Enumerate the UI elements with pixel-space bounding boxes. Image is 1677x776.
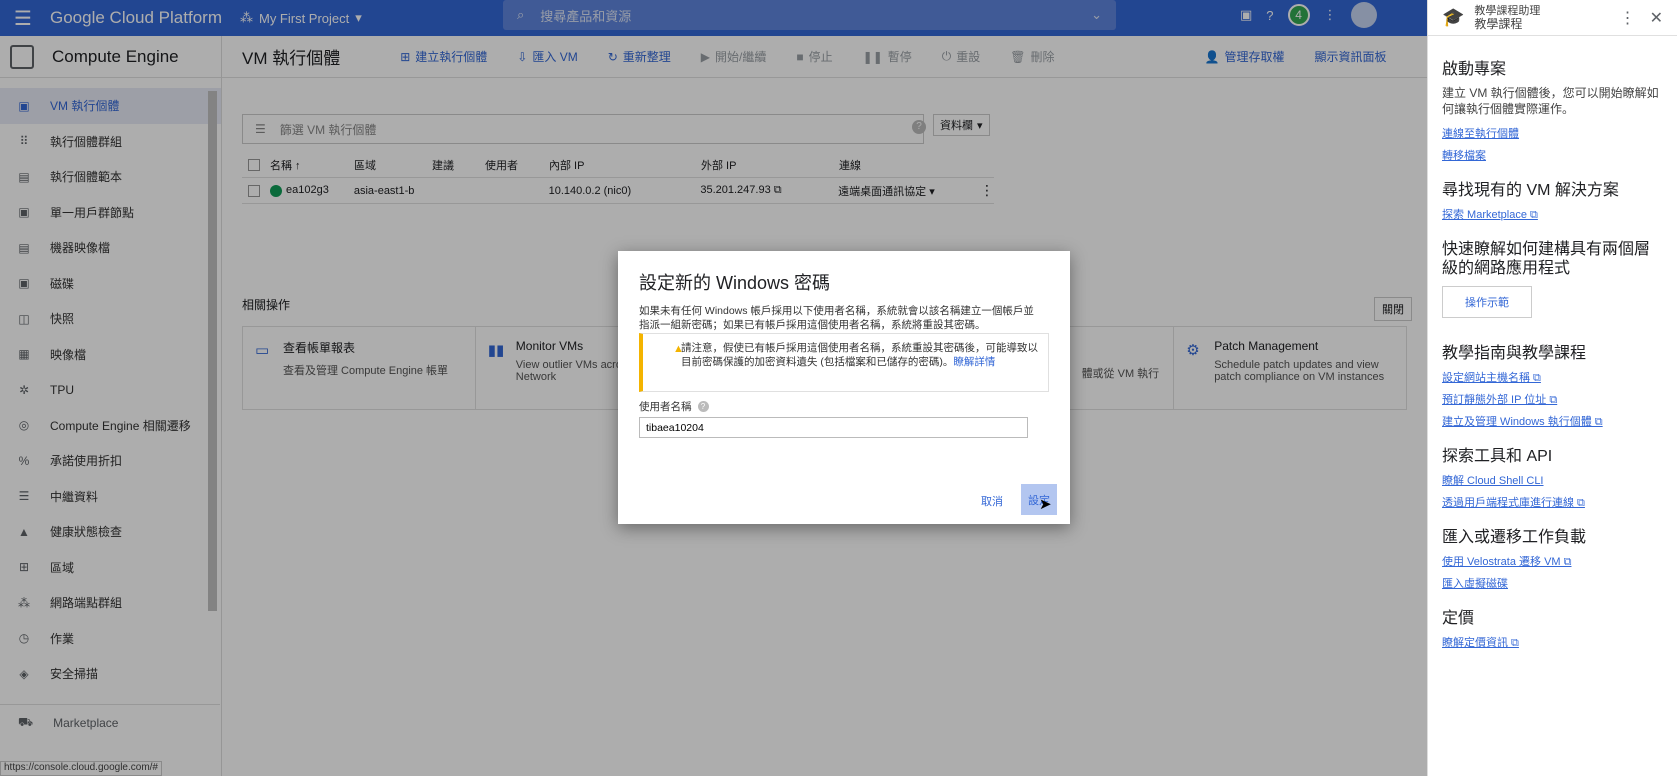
tutorial-link[interactable]: 探索 Marketplace ⧉ <box>1442 206 1663 222</box>
more-vert-icon[interactable]: ⋮ <box>1620 8 1636 28</box>
panel-subtitle: 教學課程助理 <box>1474 4 1541 17</box>
tutorial-panel: 🎓 教學課程助理 教學課程 ⋮ ✕ 啟動專案 建立 VM 執行個體後，您可以開始… <box>1427 0 1677 776</box>
tutorial-link[interactable]: 連線至執行個體 <box>1442 125 1663 141</box>
tutorial-link[interactable]: 建立及管理 Windows 執行個體 ⧉ <box>1442 413 1663 429</box>
dialog-description: 如果未有任何 Windows 帳戶採用以下使用者名稱，系統就會以該名稱建立一個帳… <box>639 305 1034 331</box>
help-icon[interactable]: ? <box>697 401 709 412</box>
username-label-text: 使用者名稱 <box>639 401 692 413</box>
walkthrough-button[interactable]: 操作示範 <box>1442 286 1532 318</box>
section-desc: 建立 VM 執行個體後，您可以開始瞭解如何讓執行個體實際運作。 <box>1442 86 1659 116</box>
tutorial-link[interactable]: 轉移檔案 <box>1442 147 1663 163</box>
warning-icon: ▲ <box>673 343 684 355</box>
mouse-cursor-icon: ➤ <box>1039 496 1052 513</box>
section-title: 快速瞭解如何建構具有兩個層級的網路應用程式 <box>1442 241 1651 277</box>
panel-title: 教學課程 <box>1474 16 1523 31</box>
tutorial-link[interactable]: 透過用戶端程式庫進行連線 ⧉ <box>1442 494 1663 510</box>
tutorial-link[interactable]: 使用 Velostrata 遷移 VM ⧉ <box>1442 553 1663 569</box>
learn-more-link[interactable]: 瞭解詳情 <box>953 356 995 368</box>
username-input[interactable] <box>639 417 1028 438</box>
tutorial-link[interactable]: 瞭解定價資訊 ⧉ <box>1442 634 1663 650</box>
section-title: 定價 <box>1442 610 1475 627</box>
section-title: 啟動專案 <box>1442 61 1507 78</box>
dialog-title: 設定新的 Windows 密碼 <box>639 273 831 293</box>
tutorial-header: 🎓 教學課程助理 教學課程 ⋮ ✕ <box>1428 0 1677 36</box>
username-label: 使用者名稱 ? <box>639 399 709 414</box>
section-title: 探索工具和 API <box>1442 448 1553 465</box>
set-password-dialog: 設定新的 Windows 密碼 如果未有任何 Windows 帳戶採用以下使用者… <box>618 251 1070 524</box>
section-title: 匯入或遷移工作負載 <box>1442 529 1587 546</box>
cancel-button[interactable]: 取消 <box>981 493 1003 509</box>
tutorial-link[interactable]: 設定網站主機名稱 ⧉ <box>1442 369 1663 385</box>
school-icon: 🎓 <box>1442 7 1465 27</box>
tutorial-link[interactable]: 預訂靜態外部 IP 位址 ⧉ <box>1442 391 1663 407</box>
section-title: 尋找現有的 VM 解決方案 <box>1442 182 1619 199</box>
tutorial-link[interactable]: 匯入虛擬磁碟 <box>1442 575 1663 591</box>
warning-box: ▲ 請注意，假使已有帳戶採用這個使用者名稱，系統重設其密碼後，可能導致以目前密碼… <box>639 333 1049 392</box>
close-icon[interactable]: ✕ <box>1650 8 1663 28</box>
tutorial-link[interactable]: 瞭解 Cloud Shell CLI <box>1442 472 1663 488</box>
section-title: 教學指南與教學課程 <box>1442 345 1587 362</box>
